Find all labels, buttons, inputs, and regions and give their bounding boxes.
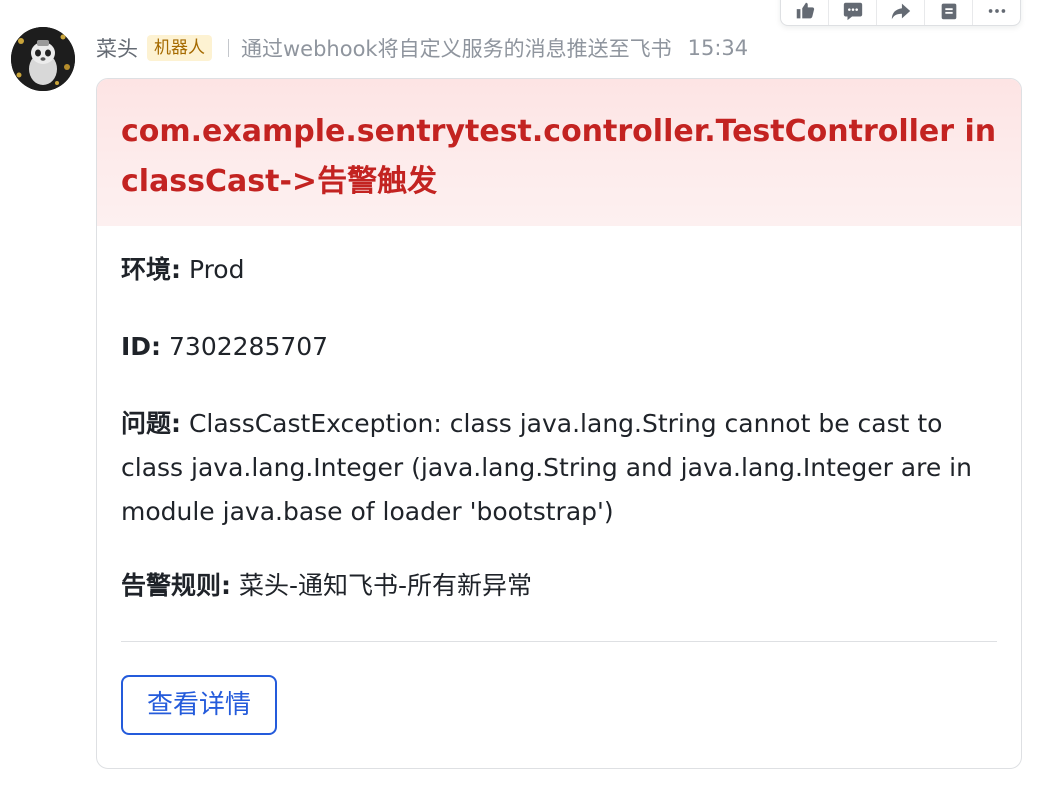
message-toolbar [780,0,1021,26]
field-label: 告警规则: [121,571,231,600]
pin-icon [941,3,956,20]
avatar-image [11,27,75,91]
bot-description: 通过webhook将自定义服务的消息推送至飞书 [241,37,672,61]
thumbs-up-icon [796,2,814,19]
sender-name[interactable]: 菜头 [96,33,138,63]
field-label: 问题: [121,409,181,438]
more-button[interactable] [973,0,1020,25]
forward-button[interactable] [877,0,925,25]
message-header: 菜头 机器人 通过webhook将自定义服务的消息推送至飞书 15:34 [96,33,748,63]
field-value: 菜头-通知飞书-所有新异常 [231,571,532,600]
view-details-button[interactable]: 查看详情 [121,675,278,735]
field-value: 7302285707 [161,332,329,361]
field-value: ClassCastException: class java.lang.Stri… [121,409,972,526]
card-header: com.example.sentrytest.controller.TestCo… [97,79,1021,226]
thumbs-up-button[interactable] [781,0,829,25]
comment-icon [843,2,862,21]
more-icon [988,9,1005,13]
field-id: ID: 7302285707 [121,325,997,369]
reply-button[interactable] [829,0,877,25]
pin-button[interactable] [925,0,973,25]
avatar[interactable] [11,27,75,91]
card-divider [121,641,997,642]
field-environment: 环境: Prod [121,248,997,292]
field-label: 环境: [121,255,181,284]
alert-card: com.example.sentrytest.controller.TestCo… [96,78,1022,769]
field-alert-rule: 告警规则: 菜头-通知飞书-所有新异常 [121,564,997,608]
bot-badge: 机器人 [147,35,212,61]
forward-icon [891,3,910,20]
message-time: 15:34 [687,36,749,60]
card-body: 环境: Prod ID: 7302285707 问题: ClassCastExc… [97,226,1021,735]
field-label: ID: [121,332,162,361]
field-value: Prod [181,255,245,284]
field-problem: 问题: ClassCastException: class java.lang.… [121,402,997,534]
header-separator [228,39,229,57]
card-title: com.example.sentrytest.controller.TestCo… [121,114,997,199]
